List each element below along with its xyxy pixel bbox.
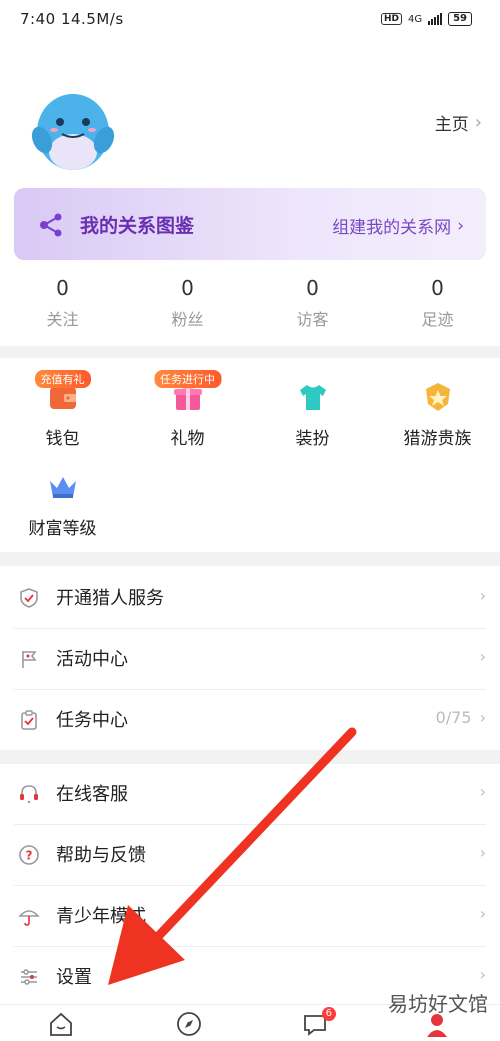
- chevron-right-icon: ›: [479, 843, 486, 862]
- help-icon: ?: [19, 845, 39, 865]
- nobility-badge-icon: [421, 380, 455, 414]
- chevron-right-icon: ›: [474, 112, 482, 133]
- chevron-right-icon: ›: [479, 965, 486, 984]
- stat-visitors[interactable]: 0 访客: [250, 274, 375, 334]
- status-time-speed: 7:40 14.5M/s: [20, 10, 124, 28]
- stat-value: 0: [181, 276, 194, 300]
- grid-label: 猎游贵族: [403, 429, 472, 449]
- stat-label: 访客: [296, 310, 329, 329]
- stat-label: 足迹: [421, 310, 454, 329]
- network-type: 4G: [407, 13, 423, 25]
- wallet-badge: 充值有礼: [34, 370, 91, 388]
- banner-link[interactable]: 组建我的关系网 ›: [332, 213, 464, 239]
- watermark-text: 易坊好文馆: [388, 992, 488, 1016]
- stat-label: 粉丝: [171, 310, 204, 329]
- grid-item-wealth-level[interactable]: 财富等级: [0, 470, 125, 539]
- home-link[interactable]: 主页 ›: [435, 110, 482, 135]
- list-label: 帮助与反馈: [56, 845, 146, 866]
- stats-row: 0 关注 0 粉丝 0 访客 0 足迹: [0, 274, 500, 334]
- section-divider: [0, 552, 500, 566]
- feature-grid: 充值有礼 钱包 任务进行中 礼物 装扮 猎游贵族 财富等级: [0, 358, 500, 548]
- wallet-icon: 充值有礼: [34, 370, 91, 414]
- signal-icon: [428, 13, 443, 25]
- grid-label: 财富等级: [28, 519, 97, 539]
- status-bar: 7:40 14.5M/s HD 4G 59: [0, 0, 500, 44]
- list-label: 活动中心: [56, 649, 128, 670]
- list-label: 开通猎人服务: [56, 588, 164, 609]
- stat-fans[interactable]: 0 粉丝: [125, 274, 250, 334]
- chevron-right-icon: ›: [479, 586, 486, 605]
- hd-icon: HD: [380, 13, 402, 25]
- stat-value: 0: [56, 276, 69, 300]
- gift-badge: 任务进行中: [154, 370, 221, 388]
- banner-link-label: 组建我的关系网: [332, 218, 452, 238]
- grid-item-nobility[interactable]: 猎游贵族: [375, 380, 500, 449]
- discover-tab-icon[interactable]: [176, 1011, 202, 1037]
- avatar[interactable]: [28, 84, 118, 174]
- list-item-activity-center[interactable]: 活动中心 ›: [14, 629, 486, 690]
- network-icon: [40, 213, 62, 237]
- clipboard-check-icon: [21, 710, 37, 730]
- home-tab-icon[interactable]: [48, 1011, 74, 1037]
- list-item-online-support[interactable]: 在线客服 ›: [14, 764, 486, 825]
- section-divider: [0, 346, 500, 358]
- grid-item-dressup[interactable]: 装扮: [250, 380, 375, 449]
- list-label: 青少年模式: [56, 906, 146, 927]
- list-label: 设置: [56, 967, 92, 988]
- headset-icon: [20, 785, 38, 804]
- chevron-right-icon: ›: [479, 708, 486, 727]
- flag-icon: [22, 651, 37, 668]
- chevron-right-icon: ›: [457, 215, 464, 236]
- stat-following[interactable]: 0 关注: [0, 274, 125, 334]
- list-item-hunter-service[interactable]: 开通猎人服务 ›: [14, 568, 486, 629]
- stat-value: 0: [431, 276, 444, 300]
- list-item-teen-mode[interactable]: 青少年模式 ›: [14, 886, 486, 947]
- grid-item-gift[interactable]: 任务进行中 礼物: [125, 370, 250, 449]
- messages-badge: 6: [321, 1007, 336, 1021]
- tshirt-icon: [296, 380, 330, 414]
- home-label: 主页: [434, 115, 469, 135]
- grid-item-wallet[interactable]: 充值有礼 钱包: [0, 370, 125, 449]
- task-progress: 0/75: [435, 708, 472, 727]
- stat-value: 0: [306, 276, 319, 300]
- shield-check-icon: [20, 588, 38, 608]
- messages-tab[interactable]: 6: [302, 1007, 336, 1037]
- status-icons: HD 4G 59: [380, 12, 472, 26]
- chevron-right-icon: ›: [479, 904, 486, 923]
- chevron-right-icon: ›: [479, 782, 486, 801]
- list-item-help-feedback[interactable]: ? 帮助与反馈 ›: [14, 825, 486, 886]
- stat-footprints[interactable]: 0 足迹: [375, 274, 500, 334]
- grid-label: 礼物: [170, 429, 205, 449]
- list-label: 在线客服: [56, 784, 128, 805]
- relationship-banner[interactable]: 我的关系图鉴 组建我的关系网 ›: [14, 188, 486, 260]
- banner-title: 我的关系图鉴: [80, 215, 195, 237]
- profile-header: 主页 ›: [0, 60, 500, 180]
- sliders-icon: [21, 969, 37, 985]
- list-item-task-center[interactable]: 任务中心 0/75 ›: [14, 690, 486, 750]
- battery-icon: 59: [448, 12, 472, 26]
- section-divider: [0, 750, 500, 764]
- list-label: 任务中心: [56, 710, 128, 731]
- grid-label: 装扮: [295, 429, 330, 449]
- svg-text:?: ?: [26, 849, 33, 863]
- crown-icon: [46, 470, 80, 504]
- chevron-right-icon: ›: [479, 647, 486, 666]
- stat-label: 关注: [46, 310, 79, 329]
- umbrella-icon: [18, 910, 40, 926]
- grid-label: 钱包: [45, 429, 80, 449]
- gift-icon: 任务进行中: [154, 370, 221, 414]
